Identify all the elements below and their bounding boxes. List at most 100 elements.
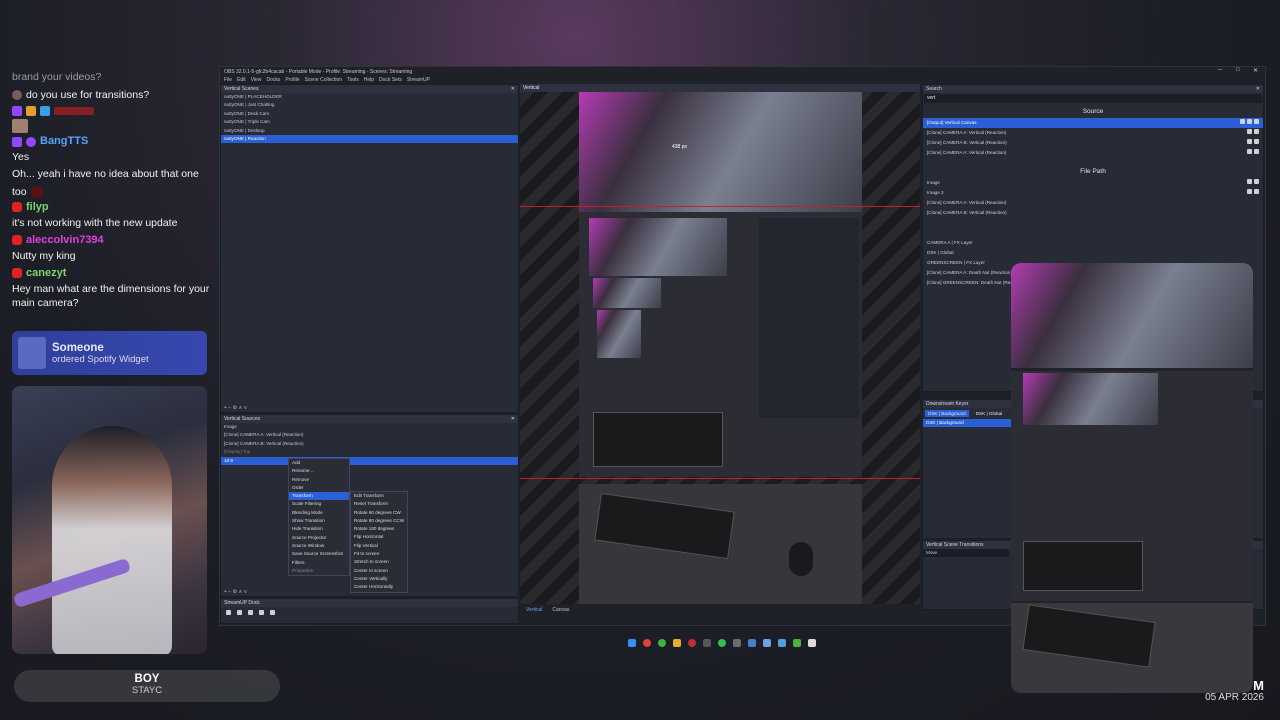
- scene-item[interactable]: nuttyONE | Triple Cam: [221, 118, 518, 126]
- search-result[interactable]: Image: [923, 178, 1263, 188]
- menu-icon[interactable]: [1254, 149, 1259, 154]
- menu-item-transform[interactable]: Transform: [289, 492, 349, 501]
- source-item[interactable]: [Clone] CAMERA B: Vertical (Reaction): [221, 440, 518, 448]
- search-result[interactable]: [Output] Vertical Canvas: [923, 118, 1263, 128]
- scene-item[interactable]: nuttyONE | PLACEHOLDER: [221, 93, 518, 101]
- menu-streamup[interactable]: StreamUP: [407, 77, 430, 83]
- menu-item-rename[interactable]: Rename...: [289, 467, 349, 475]
- menu-help[interactable]: Help: [364, 77, 374, 83]
- menu-docks[interactable]: Docks: [266, 77, 280, 83]
- app-icon[interactable]: [793, 639, 801, 647]
- menu-item-show-transition[interactable]: Show Transition: [289, 517, 349, 525]
- windows-icon[interactable]: [628, 639, 636, 647]
- gear-icon[interactable]: [1247, 189, 1252, 194]
- menu-icon[interactable]: [1254, 179, 1259, 184]
- search-result[interactable]: [Clone] CAMERA B: Vertical (Reaction): [923, 138, 1263, 148]
- gear-icon[interactable]: [1247, 139, 1252, 144]
- minimize-icon[interactable]: ─: [1218, 67, 1222, 73]
- search-result[interactable]: [Clone] CAMERA B: Vertical (Reaction): [923, 208, 1263, 218]
- menu-item-hide-transition[interactable]: Hide Transition: [289, 525, 349, 533]
- menu-item-rotate-cw[interactable]: Rotate 90 degrees CW: [351, 509, 407, 517]
- menu-item-center-horizontally[interactable]: Center Horizontally: [351, 583, 407, 591]
- search-input[interactable]: vert: [924, 94, 1262, 103]
- menu-item-source-projector[interactable]: Source Projector: [289, 534, 349, 542]
- menu-item-properties[interactable]: Properties: [289, 567, 349, 575]
- app-icon[interactable]: [733, 639, 741, 647]
- source-item[interactable]: [Clone] CAMERA A: Vertical (Reaction): [221, 431, 518, 439]
- menu-icon[interactable]: [1254, 189, 1259, 194]
- transition-select[interactable]: Move: [923, 549, 1009, 558]
- close-icon[interactable]: ✕: [511, 86, 515, 92]
- menu-file[interactable]: File: [224, 77, 232, 83]
- gear-icon[interactable]: [1247, 129, 1252, 134]
- scene-item[interactable]: nuttyONE | Desktop: [221, 127, 518, 135]
- refresh-icon[interactable]: [248, 610, 253, 615]
- menu-item-order[interactable]: Order: [289, 484, 349, 492]
- menu-item-remove[interactable]: Remove: [289, 476, 349, 484]
- search-result[interactable]: Image 3: [923, 188, 1263, 198]
- app-icon[interactable]: [748, 639, 756, 647]
- menu-item-save-screenshot[interactable]: Save Source Screenshot: [289, 550, 349, 558]
- menu-item-edit-transform[interactable]: Edit Transform: [351, 492, 407, 500]
- spotify-icon[interactable]: [718, 639, 726, 647]
- chrome-icon[interactable]: [643, 639, 651, 647]
- menu-item-reset-transform[interactable]: Reset Transform: [351, 500, 407, 508]
- gear-icon[interactable]: [1247, 149, 1252, 154]
- search-result[interactable]: [Clone] CAMERA A: Vertical (Reaction): [923, 128, 1263, 138]
- app-icon[interactable]: [703, 639, 711, 647]
- menu-icon[interactable]: [1254, 129, 1259, 134]
- source-item-selected[interactable]: 16:9: [221, 456, 518, 465]
- menu-item-stretch-screen[interactable]: Stretch to screen: [351, 558, 407, 566]
- close-window-icon[interactable]: ✕: [1253, 67, 1258, 74]
- dsk-item[interactable]: DSK | Background: [923, 419, 1013, 428]
- tab-dsk-background[interactable]: DSK | Background: [925, 410, 969, 417]
- tab-dsk-global[interactable]: DSK | Global: [973, 410, 1005, 417]
- scene-item-selected[interactable]: nuttyONE | Reaction: [221, 134, 518, 144]
- link-icon[interactable]: [259, 610, 264, 615]
- source-toolbar[interactable]: + − ⚙ ∧ ∨: [224, 589, 247, 595]
- menu-item-flip-horizontal[interactable]: Flip Horizontal: [351, 533, 407, 541]
- menu-item-rotate-ccw[interactable]: Rotate 90 degrees CCW: [351, 517, 407, 525]
- menu-item-blending-mode[interactable]: Blending Mode: [289, 509, 349, 517]
- gear-icon[interactable]: [1247, 179, 1252, 184]
- menu-item-center-screen[interactable]: Center to screen: [351, 567, 407, 575]
- vertical-preview[interactable]: 438 px: [520, 92, 920, 604]
- menu-icon[interactable]: [1254, 119, 1259, 124]
- search-result[interactable]: [Clone] CAMERA A: Vertical (Reaction): [923, 198, 1263, 208]
- menu-item-fit-screen[interactable]: Fit to screen: [351, 550, 407, 558]
- tab-vertical[interactable]: Vertical: [526, 607, 542, 615]
- menu-dock-sets[interactable]: Dock Sets: [379, 77, 402, 83]
- menu-tools[interactable]: Tools: [347, 77, 359, 83]
- app-icon[interactable]: [778, 639, 786, 647]
- menu-item-flip-vertical[interactable]: Flip Vertical: [351, 542, 407, 550]
- search-result[interactable]: DSK | Global: [923, 248, 1263, 258]
- source-item[interactable]: Image: [221, 423, 518, 431]
- close-icon[interactable]: ✕: [1256, 86, 1260, 92]
- scene-item[interactable]: nuttyONE | Desk Cam: [221, 110, 518, 118]
- menu-scene-collection[interactable]: Scene Collection: [305, 77, 343, 83]
- menu-item-add[interactable]: Add: [289, 459, 349, 467]
- menu-item-scale-filtering[interactable]: Scale Filtering: [289, 500, 349, 508]
- close-icon[interactable]: ✕: [511, 416, 515, 422]
- menu-item-filters[interactable]: Filters: [289, 559, 349, 567]
- lock-icon[interactable]: [226, 610, 231, 615]
- filter-icon[interactable]: [1247, 119, 1252, 124]
- source-item[interactable]: [Display] Top: [221, 448, 518, 456]
- menu-item-rotate-180[interactable]: Rotate 180 degrees: [351, 525, 407, 533]
- gear-icon[interactable]: [1240, 119, 1245, 124]
- obs-icon[interactable]: [688, 639, 696, 647]
- tab-canvas[interactable]: Canvas: [552, 607, 569, 615]
- copy-icon[interactable]: [237, 610, 242, 615]
- browser-icon[interactable]: [658, 639, 666, 647]
- search-result[interactable]: CAMERA A | FX Layer: [923, 238, 1263, 248]
- app-icon[interactable]: [808, 639, 816, 647]
- search-result[interactable]: [Clone] CAMERA A: Vertical (Reaction): [923, 148, 1263, 158]
- menu-item-center-vertically[interactable]: Center Vertically: [351, 575, 407, 583]
- scene-item[interactable]: nuttyONE | Just Chatting: [221, 101, 518, 109]
- scene-toolbar[interactable]: + − ⚙ ∧ ∨: [224, 405, 247, 411]
- menu-view[interactable]: View: [251, 77, 262, 83]
- menu-profile[interactable]: Profile: [285, 77, 299, 83]
- menu-icon[interactable]: [1254, 139, 1259, 144]
- folder-icon[interactable]: [673, 639, 681, 647]
- camera-icon[interactable]: [270, 610, 275, 615]
